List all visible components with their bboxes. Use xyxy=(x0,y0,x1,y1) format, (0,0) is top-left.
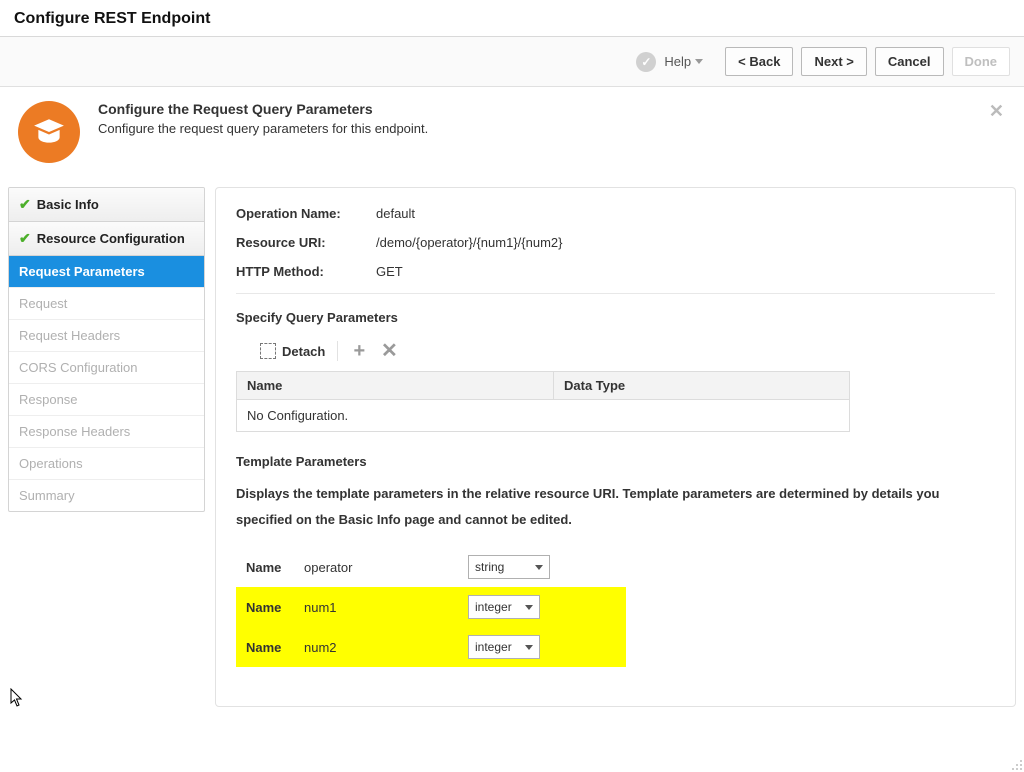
param-name: num2 xyxy=(304,640,454,655)
close-icon[interactable]: ✕ xyxy=(989,101,1004,122)
template-param-row: Name num2 integer xyxy=(236,627,626,667)
value: GET xyxy=(376,264,403,279)
param-type-select[interactable]: integer xyxy=(468,635,540,659)
select-value: integer xyxy=(475,600,525,614)
kv-resource-uri: Resource URI: /demo/{operator}/{num1}/{n… xyxy=(236,235,995,250)
cancel-button[interactable]: Cancel xyxy=(875,47,944,76)
param-name: num1 xyxy=(304,600,454,615)
value: default xyxy=(376,206,415,221)
detach-label: Detach xyxy=(282,344,325,359)
next-button[interactable]: Next > xyxy=(801,47,866,76)
sidebar-item-label: Response xyxy=(19,392,78,407)
step-icon xyxy=(18,101,80,163)
sidebar-item-resource-configuration[interactable]: ✔ Resource Configuration xyxy=(9,222,204,256)
sidebar-item-label: Operations xyxy=(19,456,83,471)
workarea: ✔ Basic Info ✔ Resource Configuration Re… xyxy=(0,187,1024,707)
kv-http-method: HTTP Method: GET xyxy=(236,264,995,279)
section-template-params-title: Template Parameters xyxy=(236,454,995,469)
template-param-row: Name operator string xyxy=(236,547,626,587)
sidebar-item-label: Request xyxy=(19,296,67,311)
chevron-down-icon xyxy=(695,59,703,64)
sidebar-item-response-headers[interactable]: Response Headers xyxy=(9,416,204,448)
sidebar-item-summary[interactable]: Summary xyxy=(9,480,204,511)
sidebar-item-request-headers[interactable]: Request Headers xyxy=(9,320,204,352)
sidebar-item-request[interactable]: Request xyxy=(9,288,204,320)
chevron-down-icon xyxy=(535,565,543,570)
sidebar-item-response[interactable]: Response xyxy=(9,384,204,416)
section-query-params-title: Specify Query Parameters xyxy=(236,310,995,325)
template-params-description: Displays the template parameters in the … xyxy=(236,481,995,533)
chevron-down-icon xyxy=(525,645,533,650)
label: Operation Name: xyxy=(236,206,376,221)
status-icon: ✓ xyxy=(636,52,656,72)
add-icon[interactable]: + xyxy=(350,342,368,360)
divider xyxy=(236,293,995,294)
page-title: Configure REST Endpoint xyxy=(0,0,1024,36)
sidebar-item-label: Basic Info xyxy=(37,197,99,212)
help-label: Help xyxy=(664,54,691,69)
param-name: operator xyxy=(304,560,454,575)
param-type-select[interactable]: string xyxy=(468,555,550,579)
graduation-icon xyxy=(32,115,66,149)
wizard-steps-sidebar: ✔ Basic Info ✔ Resource Configuration Re… xyxy=(8,187,205,512)
template-param-row: Name num1 integer xyxy=(236,587,626,627)
detach-button[interactable]: Detach xyxy=(260,343,325,359)
query-params-table: Name Data Type No Configuration. xyxy=(236,371,850,432)
back-button[interactable]: < Back xyxy=(725,47,793,76)
separator xyxy=(337,341,338,361)
wizard-toolbar: ✓ Help < Back Next > Cancel Done xyxy=(0,37,1024,87)
query-params-toolbar: Detach + ✕ xyxy=(236,337,995,365)
value: /demo/{operator}/{num1}/{num2} xyxy=(376,235,562,250)
done-button: Done xyxy=(952,47,1011,76)
sidebar-item-label: Response Headers xyxy=(19,424,130,439)
select-value: string xyxy=(475,560,535,574)
sidebar-item-label: Resource Configuration xyxy=(37,231,185,246)
chevron-down-icon xyxy=(525,605,533,610)
sidebar-item-basic-info[interactable]: ✔ Basic Info xyxy=(9,188,204,222)
sidebar-item-label: CORS Configuration xyxy=(19,360,138,375)
table-header: Name Data Type xyxy=(237,372,849,400)
table-empty-text: No Configuration. xyxy=(237,400,849,431)
row-label: Name xyxy=(246,600,290,615)
detach-icon xyxy=(260,343,276,359)
resize-grip-icon[interactable] xyxy=(1008,756,1022,770)
step-banner: Configure the Request Query Parameters C… xyxy=(0,87,1024,187)
check-icon: ✔ xyxy=(19,196,31,213)
param-type-select[interactable]: integer xyxy=(468,595,540,619)
check-icon: ✔ xyxy=(19,230,31,247)
sidebar-item-cors-configuration[interactable]: CORS Configuration xyxy=(9,352,204,384)
row-label: Name xyxy=(246,640,290,655)
banner-title: Configure the Request Query Parameters xyxy=(98,101,428,117)
col-name: Name xyxy=(237,372,554,399)
remove-icon[interactable]: ✕ xyxy=(380,342,398,360)
sidebar-item-label: Request Parameters xyxy=(19,264,145,279)
help-menu[interactable]: Help xyxy=(664,54,703,69)
sidebar-item-label: Request Headers xyxy=(19,328,120,343)
kv-operation-name: Operation Name: default xyxy=(236,206,995,221)
sidebar-item-operations[interactable]: Operations xyxy=(9,448,204,480)
content-panel: Operation Name: default Resource URI: /d… xyxy=(215,187,1016,707)
sidebar-item-label: Summary xyxy=(19,488,75,503)
label: Resource URI: xyxy=(236,235,376,250)
row-label: Name xyxy=(246,560,290,575)
banner-subtitle: Configure the request query parameters f… xyxy=(98,121,428,136)
col-data-type: Data Type xyxy=(554,372,849,399)
select-value: integer xyxy=(475,640,525,654)
label: HTTP Method: xyxy=(236,264,376,279)
sidebar-item-request-parameters[interactable]: Request Parameters xyxy=(9,256,204,288)
